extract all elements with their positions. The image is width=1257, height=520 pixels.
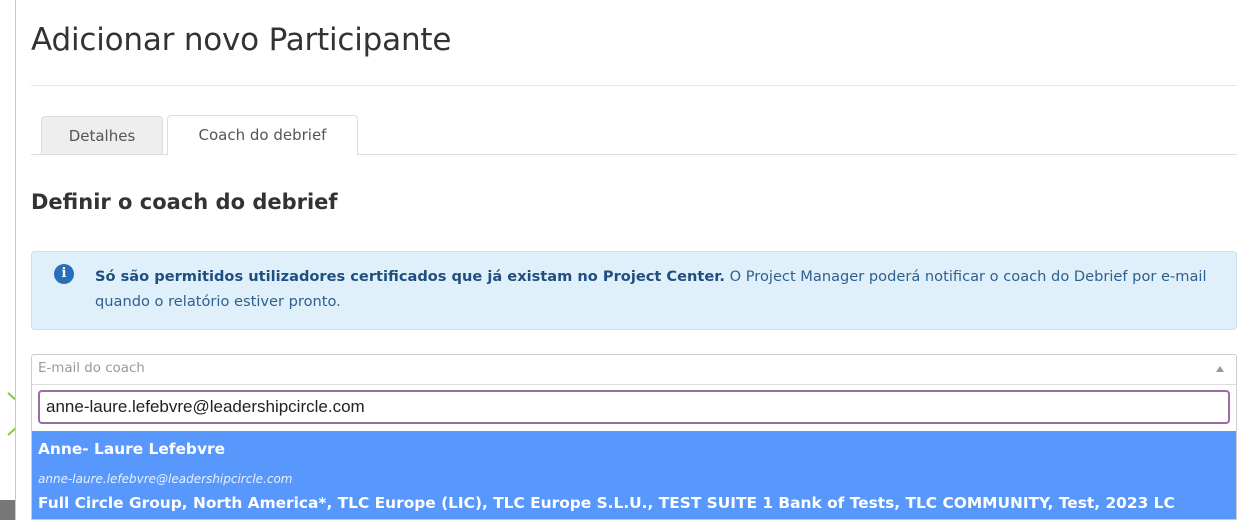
coach-search-input[interactable] — [38, 390, 1230, 424]
tab-bar: Detalhes Coach do debrief — [31, 115, 1237, 156]
alert-bold-text: Só são permitidos utilizadores certifica… — [95, 268, 725, 285]
section-title: Definir o coach do debrief — [31, 190, 338, 214]
modal-title: Adicionar novo Participante — [31, 22, 452, 58]
result-groups: Full Circle Group, North America*, TLC E… — [38, 494, 1175, 512]
tab-details[interactable]: Detalhes — [41, 116, 163, 155]
alert-message: Só são permitidos utilizadores certifica… — [95, 264, 1218, 314]
coach-dropdown: Anne- Laure Lefebvre anne-laure.lefebvre… — [31, 384, 1237, 520]
add-participant-modal: Adicionar novo Participante Detalhes Coa… — [15, 0, 1257, 520]
tab-debrief-coach[interactable]: Coach do debrief — [167, 115, 358, 156]
info-icon: i — [54, 264, 74, 284]
select-placeholder: E-mail do coach — [38, 361, 145, 376]
info-alert: i Só são permitidos utilizadores certifi… — [31, 251, 1237, 330]
caret-up-icon — [1216, 366, 1224, 372]
dropdown-result-item[interactable]: Anne- Laure Lefebvre anne-laure.lefebvre… — [32, 431, 1236, 519]
background-bar — [0, 500, 15, 520]
title-divider — [31, 85, 1237, 86]
result-name: Anne- Laure Lefebvre — [38, 440, 226, 458]
coach-email-select[interactable]: E-mail do coach — [31, 354, 1237, 384]
result-email: anne-laure.lefebvre@leadershipcircle.com — [38, 472, 293, 486]
